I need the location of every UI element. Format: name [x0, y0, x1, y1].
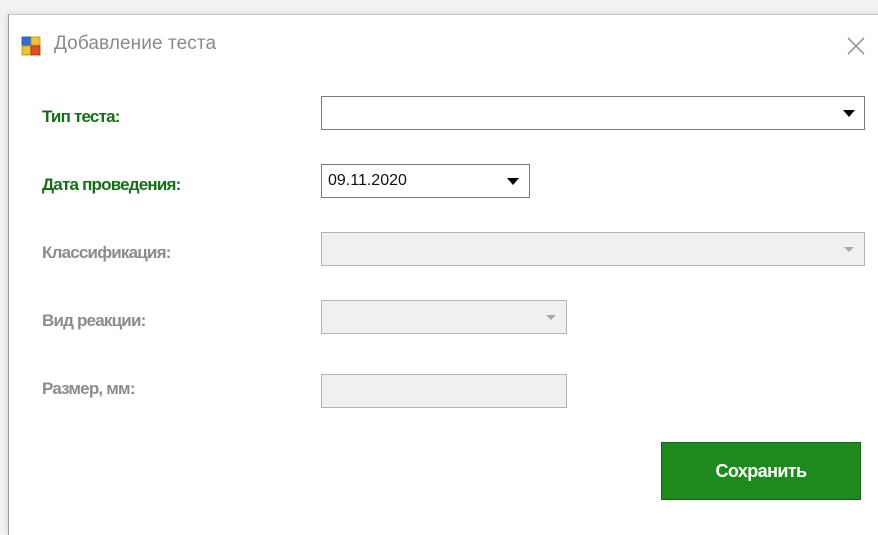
size-input: [321, 374, 567, 408]
form-app-icon: [21, 36, 41, 56]
test-type-label: Тип теста:: [42, 107, 120, 126]
test-date-value: 09.11.2020: [328, 172, 407, 189]
chevron-down-icon: [844, 247, 854, 252]
add-test-dialog: Добавление теста Тип теста: Дата проведе…: [8, 14, 878, 535]
reaction-type-combobox: [321, 300, 567, 334]
test-date-label: Дата проведения:: [42, 175, 181, 194]
title-bar: Добавление теста: [9, 15, 878, 77]
chevron-down-icon[interactable]: [499, 165, 529, 197]
reaction-type-label: Вид реакции:: [42, 311, 146, 330]
test-type-combobox[interactable]: [321, 96, 865, 130]
window-title: Добавление теста: [54, 33, 217, 54]
close-icon[interactable]: [845, 35, 867, 57]
test-date-picker[interactable]: 09.11.2020: [321, 164, 530, 198]
size-label: Размер, мм:: [42, 379, 135, 398]
save-button[interactable]: Сохранить: [661, 442, 861, 500]
chevron-down-icon: [546, 315, 556, 320]
chevron-down-icon[interactable]: [834, 97, 864, 129]
classification-combobox: [321, 232, 865, 266]
classification-label: Классификация:: [42, 243, 171, 262]
